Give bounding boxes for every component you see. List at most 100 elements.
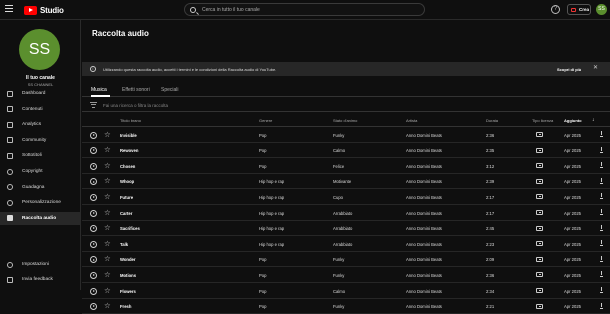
star-icon[interactable]: ☆ xyxy=(104,270,111,279)
play-icon[interactable] xyxy=(90,131,97,139)
track-title: Flowers xyxy=(120,288,136,294)
studio-logo[interactable]: Studio xyxy=(24,5,64,15)
column-added[interactable]: Aggiunto xyxy=(564,118,582,123)
track-title: Sacrifices xyxy=(120,226,140,232)
sidebar-item-analytics[interactable]: Analytics xyxy=(0,118,80,131)
column-duration[interactable]: Durata xyxy=(486,118,498,123)
license-icon[interactable] xyxy=(536,256,543,262)
star-icon[interactable]: ☆ xyxy=(104,208,111,217)
license-icon[interactable] xyxy=(536,163,543,169)
table-row[interactable]: ☆ Sacrifices Hip hop e rap Arrabbiato Anno D… xyxy=(82,221,610,237)
license-icon[interactable] xyxy=(536,288,543,293)
download-icon[interactable] xyxy=(600,131,603,137)
play-icon[interactable] xyxy=(90,162,97,170)
star-icon[interactable]: ☆ xyxy=(104,192,111,201)
channel-avatar[interactable]: SS xyxy=(19,29,60,70)
account-avatar[interactable]: SS xyxy=(596,4,607,15)
license-icon[interactable] xyxy=(536,194,543,200)
star-icon[interactable]: ☆ xyxy=(104,145,111,154)
license-icon[interactable] xyxy=(536,132,543,137)
filter-bar[interactable]: Fai una ricerca o filtra la raccolta xyxy=(82,98,610,112)
table-row[interactable]: ☆ Chosen Pop Felice Anno Domini Beats 3:12 Apr… xyxy=(82,158,610,174)
sidebar-item-copyright[interactable]: Copyright xyxy=(0,165,80,178)
sidebar-item-label: Community xyxy=(22,137,47,143)
play-icon[interactable] xyxy=(90,193,97,201)
play-icon[interactable] xyxy=(90,287,97,295)
table-row[interactable]: ☆ Wonder Pop Funky Anno Domini Beats 2:09 Apr … xyxy=(82,252,610,268)
table-row[interactable]: ☆ Flowers Pop Calmo Anno Domini Beats 2:34 Apr… xyxy=(82,283,610,299)
filter-input[interactable]: Fai una ricerca o filtra la raccolta xyxy=(103,103,168,108)
download-icon[interactable] xyxy=(600,302,603,309)
sidebar-item-subtitles[interactable]: Sottotitoli xyxy=(0,149,80,162)
play-icon[interactable] xyxy=(90,178,97,186)
download-icon[interactable] xyxy=(600,240,603,247)
sidebar-item-dashboard[interactable]: Dashboard xyxy=(0,87,80,100)
sidebar-item-earn[interactable]: Guadagna xyxy=(0,181,80,194)
tab-music[interactable]: Musica xyxy=(91,87,107,93)
play-icon[interactable] xyxy=(90,225,97,233)
license-icon[interactable] xyxy=(536,303,543,309)
column-license[interactable]: Tipo licenza xyxy=(532,118,553,123)
star-icon[interactable]: ☆ xyxy=(104,223,111,232)
tab-featured[interactable]: Speciali xyxy=(161,87,179,93)
download-icon[interactable] xyxy=(600,224,603,231)
column-genre[interactable]: Genere xyxy=(259,118,272,123)
table-row[interactable]: ☆ Fresh Pop Funky Anno Domini Beats 2:21 Apr 2… xyxy=(82,299,610,314)
license-icon[interactable] xyxy=(536,241,543,247)
sidebar-item-audio-library[interactable]: Raccolta audio xyxy=(0,211,80,225)
download-icon[interactable] xyxy=(600,287,603,293)
star-icon[interactable]: ☆ xyxy=(104,130,111,139)
play-icon[interactable] xyxy=(90,147,97,155)
star-icon[interactable]: ☆ xyxy=(104,301,111,310)
close-icon[interactable]: ✕ xyxy=(593,65,598,72)
table-row[interactable]: ☆ Future Hip hop e rap Cupo Anno Domini Beat… xyxy=(82,189,610,205)
license-icon[interactable] xyxy=(536,147,543,153)
sidebar-item-settings[interactable]: Impostazioni xyxy=(0,258,80,271)
play-icon[interactable] xyxy=(90,256,97,264)
sort-down-icon[interactable]: ↓ xyxy=(592,117,595,123)
star-icon[interactable]: ☆ xyxy=(104,286,111,295)
table-row[interactable]: ☆ Invisible Pop Funky Anno Domini Beats 2:36 A… xyxy=(82,127,610,143)
sidebar-item-content[interactable]: Contenuti xyxy=(0,103,80,116)
tab-sound-effects[interactable]: Effetti sonori xyxy=(122,87,150,93)
play-icon[interactable] xyxy=(90,271,97,279)
star-icon[interactable]: ☆ xyxy=(104,254,111,263)
license-icon[interactable] xyxy=(536,210,543,215)
play-icon[interactable] xyxy=(90,303,97,311)
license-icon[interactable] xyxy=(536,272,543,278)
license-icon[interactable] xyxy=(536,178,543,184)
download-icon[interactable] xyxy=(600,255,603,262)
learn-more-button[interactable]: Scopri di più xyxy=(557,67,581,72)
table-row[interactable]: ☆ Talk Hip hop e rap Arrabbiato Anno Domini … xyxy=(82,236,610,252)
download-icon[interactable] xyxy=(600,177,603,184)
license-icon[interactable] xyxy=(536,225,543,231)
column-mood[interactable]: Stato d'animo xyxy=(333,118,357,123)
download-icon[interactable] xyxy=(600,193,603,200)
track-duration: 2:45 xyxy=(486,226,495,232)
download-icon[interactable] xyxy=(600,271,603,278)
sidebar-item-customization[interactable]: Personalizzazione xyxy=(0,196,80,209)
table-row[interactable]: ☆ Rewoven Pop Calmo Anno Domini Beats 2:35 Apr… xyxy=(82,143,610,159)
table-row[interactable]: ☆ Whoop Hip hop e rap Motivante Anno Domini … xyxy=(82,174,610,190)
table-row[interactable]: ☆ Carter Hip hop e rap Arrabbiato Anno Domin… xyxy=(82,205,610,221)
column-artist[interactable]: Artista xyxy=(406,118,417,123)
download-icon[interactable] xyxy=(600,162,603,169)
help-icon[interactable]: ? xyxy=(551,5,560,14)
hamburger-menu-icon[interactable] xyxy=(5,5,13,14)
star-icon[interactable]: ☆ xyxy=(104,161,111,170)
create-button[interactable]: Crea xyxy=(567,4,591,15)
main-content: Raccolta audio i Utilizzando questa racc… xyxy=(82,20,610,314)
filter-icon[interactable] xyxy=(90,102,97,108)
download-icon[interactable] xyxy=(600,209,603,215)
search-input[interactable]: Cerca in tutto il tuo canale xyxy=(184,3,425,16)
download-icon[interactable] xyxy=(600,146,603,153)
star-icon[interactable]: ☆ xyxy=(104,176,111,185)
column-title[interactable]: Titolo brano xyxy=(120,118,141,123)
table-row[interactable]: ☆ Motions Pop Funky Anno Domini Beats 2:36 Apr… xyxy=(82,267,610,283)
track-title: Rewoven xyxy=(120,148,139,154)
sidebar-item-community[interactable]: Community xyxy=(0,134,80,147)
play-icon[interactable] xyxy=(90,240,97,248)
star-icon[interactable]: ☆ xyxy=(104,239,111,248)
play-icon[interactable] xyxy=(90,209,97,217)
sidebar-item-feedback[interactable]: Invia feedback xyxy=(0,273,80,286)
